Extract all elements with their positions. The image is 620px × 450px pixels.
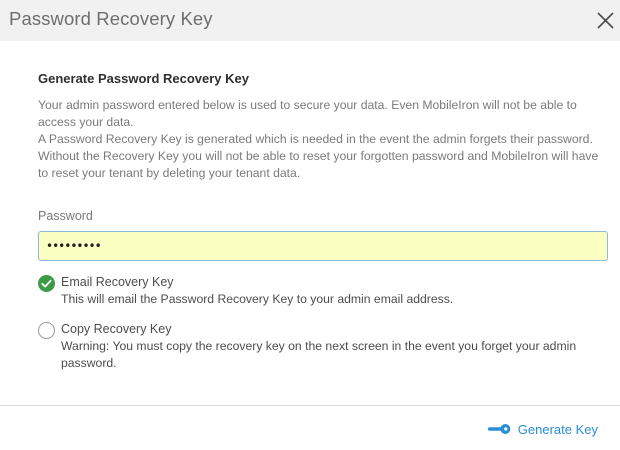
option-description: Warning: You must copy the recovery key … xyxy=(61,339,577,370)
dialog-title: Password Recovery Key xyxy=(9,8,213,29)
radio-email-recovery-key[interactable] xyxy=(38,275,55,292)
option-email-recovery-key[interactable]: Email Recovery Key This will email the P… xyxy=(38,275,610,309)
generate-key-button[interactable]: Generate Key xyxy=(487,420,598,438)
description-line-2: A Password Recovery Key is generated whi… xyxy=(38,132,593,146)
key-icon xyxy=(487,424,511,434)
description-line-3: Without the Recovery Key you will not be… xyxy=(38,149,599,180)
close-icon xyxy=(597,12,614,29)
option-description: This will email the Password Recovery Ke… xyxy=(61,292,454,306)
option-title: Email Recovery Key xyxy=(61,275,174,289)
description-line-1: Your admin password entered below is use… xyxy=(38,98,577,129)
option-copy-recovery-key[interactable]: Copy Recovery Key Warning: You must copy… xyxy=(38,322,610,372)
close-button[interactable] xyxy=(595,10,616,31)
section-description: Your admin password entered below is use… xyxy=(38,97,610,182)
option-title: Copy Recovery Key xyxy=(61,322,172,336)
footer-divider xyxy=(0,405,620,406)
password-input[interactable] xyxy=(38,231,608,261)
generate-key-label: Generate Key xyxy=(517,421,598,437)
section-heading: Generate Password Recovery Key xyxy=(38,71,249,86)
radio-copy-recovery-key[interactable] xyxy=(38,322,55,339)
password-label: Password xyxy=(38,209,93,223)
checkmark-icon xyxy=(41,279,52,288)
dialog-content: Generate Password Recovery Key Your admi… xyxy=(38,71,610,182)
dialog-titlebar: Password Recovery Key xyxy=(0,0,620,41)
